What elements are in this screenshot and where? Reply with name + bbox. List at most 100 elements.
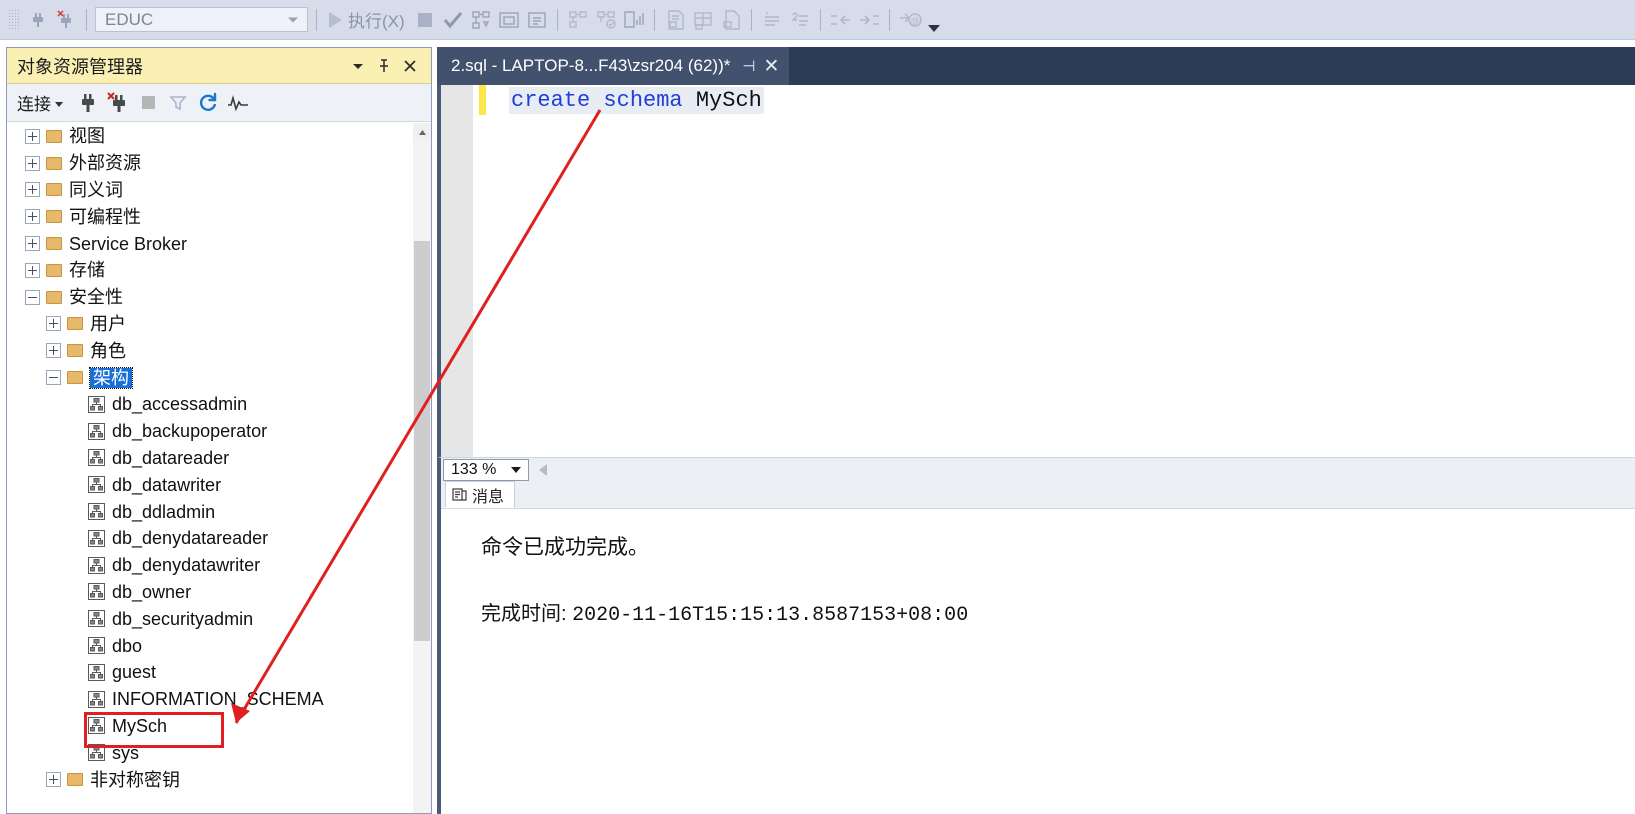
toolbar-grip[interactable] (8, 8, 20, 31)
tree-node-label: 存储 (69, 260, 105, 281)
object-explorer-panel: 对象资源管理器 连接 视图 外部资源 同义词 可编程性 Service Brok… (6, 47, 432, 814)
tree-node-db_datareader[interactable]: db_datareader (7, 445, 431, 472)
tree-node-db_accessadmin[interactable]: db_accessadmin (7, 391, 431, 418)
tree-node-[interactable]: 外部资源 (7, 150, 431, 177)
tree-node-db_datawriter[interactable]: db_datawriter (7, 471, 431, 498)
tree-node-db_denydatawriter[interactable]: db_denydatawriter (7, 552, 431, 579)
expand-icon[interactable] (25, 209, 40, 225)
tree-node-[interactable]: 非对称密钥 (7, 766, 431, 793)
expand-icon[interactable] (25, 236, 40, 252)
editor-change-marker (479, 85, 486, 115)
editor-code-line[interactable]: create schema MySch (509, 87, 764, 114)
close-icon[interactable] (397, 53, 423, 79)
increase-indent-icon[interactable] (855, 6, 883, 34)
schema-icon (88, 529, 105, 547)
tree-node-db_denydatareader[interactable]: db_denydatareader (7, 525, 431, 552)
sql-editor[interactable]: create schema MySch (437, 85, 1635, 457)
expand-icon[interactable] (46, 343, 61, 359)
zoom-level-selector[interactable]: 133 % (443, 458, 529, 481)
tree-node-INFORMATION_SCHEMA[interactable]: INFORMATION_SCHEMA (7, 686, 431, 713)
tree-node-[interactable]: 同义词 (7, 177, 431, 204)
activity-monitor-icon[interactable] (223, 88, 253, 118)
decrease-indent-icon[interactable] (827, 6, 855, 34)
toolbar-overflow-button[interactable] (927, 25, 940, 32)
disconnect-plug-icon[interactable] (103, 88, 133, 118)
chevron-down-icon (511, 466, 521, 473)
tree-node-db_ddladmin[interactable]: db_ddladmin (7, 498, 431, 525)
tree-node-dbo[interactable]: dbo (7, 632, 431, 659)
scroll-up-icon[interactable] (413, 123, 431, 141)
pin-icon[interactable]: ⊣ (742, 57, 755, 75)
tree-node-guest[interactable]: guest (7, 659, 431, 686)
tree-node-db_backupoperator[interactable]: db_backupoperator (7, 418, 431, 445)
execute-button[interactable]: 执行(X) (323, 7, 411, 32)
tree-node-label: 同义词 (69, 179, 123, 200)
query-options-icon[interactable] (495, 6, 523, 34)
disconnect-icon[interactable] (52, 6, 80, 34)
expand-icon[interactable] (25, 262, 40, 278)
tree-node-[interactable]: 可编程性 (7, 203, 431, 230)
folder-icon (46, 156, 62, 170)
connect-icon[interactable] (24, 6, 52, 34)
display-estimated-plan-icon[interactable] (467, 6, 495, 34)
scrollbar-thumb[interactable] (414, 241, 430, 641)
parse-check-icon[interactable] (439, 6, 467, 34)
results-to-text-icon[interactable] (661, 6, 689, 34)
specify-values-icon[interactable]: @ (896, 6, 924, 34)
tree-node-label: 架构 (89, 366, 133, 389)
result-message-success: 命令已成功完成。 (481, 536, 649, 559)
tree-node-[interactable]: 架构 (7, 364, 431, 391)
close-icon[interactable]: ✕ (763, 55, 779, 78)
tree-node-ServiceBroker[interactable]: Service Broker (7, 230, 431, 257)
comment-icon[interactable] (758, 6, 786, 34)
results-to-file-icon[interactable] (717, 6, 745, 34)
refresh-icon[interactable] (193, 88, 223, 118)
tree-node-[interactable]: 角色 (7, 337, 431, 364)
stop-icon[interactable] (411, 6, 439, 34)
tree-node-db_securityadmin[interactable]: db_securityadmin (7, 605, 431, 632)
tree-node-[interactable]: 用户 (7, 311, 431, 338)
scroll-left-icon[interactable] (539, 463, 547, 476)
stop-icon[interactable] (133, 88, 163, 118)
folder-icon (46, 183, 62, 197)
uncomment-icon[interactable] (786, 6, 814, 34)
expand-icon[interactable] (46, 772, 61, 788)
filter-icon[interactable] (163, 88, 193, 118)
tab-messages[interactable]: 消息 (445, 481, 516, 508)
tree-node-label: db_datareader (112, 447, 230, 468)
tree-node-db_owner[interactable]: db_owner (7, 579, 431, 606)
tree-node-[interactable]: 视图 (7, 123, 431, 150)
results-to-grid-icon[interactable] (689, 6, 717, 34)
connect-button[interactable]: 连接 (17, 90, 63, 115)
expand-icon[interactable] (25, 182, 40, 198)
object-explorer-tree[interactable]: 视图 外部资源 同义词 可编程性 Service Broker 存储 安全性 用户 角色 架构 db… (7, 123, 431, 813)
window-position-icon[interactable] (345, 53, 371, 79)
tree-node-label: Service Broker (69, 233, 188, 254)
collapse-icon[interactable] (46, 370, 61, 386)
tree-node-label: 非对称密钥 (90, 769, 180, 790)
pin-icon[interactable] (371, 53, 397, 79)
tree-node-label: dbo (112, 635, 143, 656)
results-to-statistics-icon[interactable] (620, 6, 648, 34)
tree-node-[interactable]: 安全性 (7, 284, 431, 311)
database-selector[interactable]: EDUC (95, 7, 308, 32)
collapse-icon[interactable] (25, 289, 40, 305)
sql-keyword-schema: schema (603, 88, 683, 113)
tree-vertical-scrollbar[interactable] (413, 123, 431, 813)
expand-icon[interactable] (25, 155, 40, 171)
connect-plug-icon[interactable] (73, 88, 103, 118)
expand-icon[interactable] (46, 316, 61, 332)
tree-node-[interactable]: 存储 (7, 257, 431, 284)
completion-time-label: 完成时间: (481, 603, 573, 625)
editor-gutter (441, 85, 473, 457)
include-live-stats-icon[interactable] (592, 6, 620, 34)
expand-icon[interactable] (25, 128, 40, 144)
include-actual-plan-icon[interactable] (523, 6, 551, 34)
editor-tab[interactable]: 2.sql - LAPTOP-8...F43\zsr204 (62))* ⊣ ✕ (437, 47, 790, 85)
include-client-statistics-icon[interactable] (564, 6, 592, 34)
folder-icon (46, 290, 62, 304)
